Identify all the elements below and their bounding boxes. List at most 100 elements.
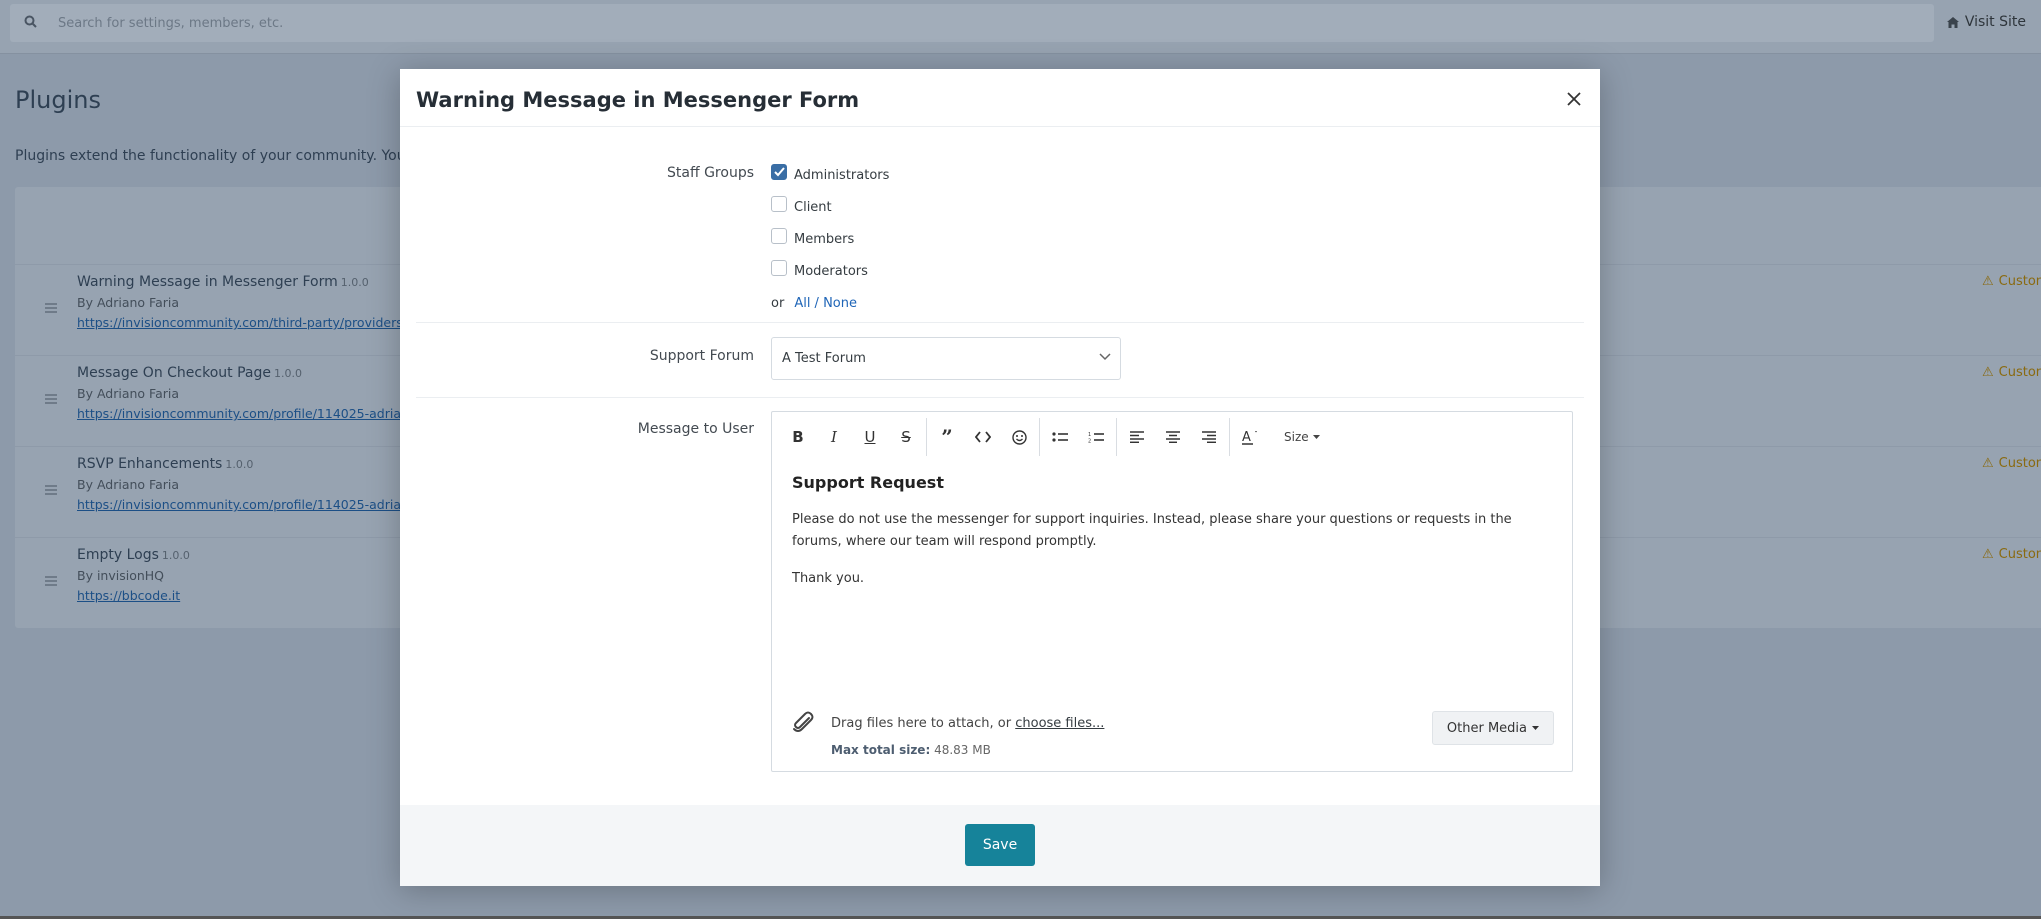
toolbar-divider [926, 418, 927, 456]
rich-text-editor[interactable]: B I U S ” 1 2 A Size Support Request Ple… [771, 411, 1573, 772]
support-forum-label: Support Forum [649, 348, 754, 364]
plugin-status: ⚠ Custon [1982, 274, 2041, 289]
visit-site-label: Visit Site [1964, 14, 2026, 30]
quote-icon[interactable]: ” [929, 419, 965, 455]
other-media-button[interactable]: Other Media [1431, 711, 1554, 745]
plugin-version: 1.0.0 [161, 549, 190, 562]
staff-groups-row: Staff Groups Administrators Client Membe… [416, 159, 1584, 323]
staff-groups-label: Staff Groups [667, 165, 754, 181]
svg-text:A: A [1242, 430, 1251, 445]
plugin-name: Message On Checkout Page [77, 365, 271, 381]
plugin-name: Empty Logs [77, 547, 159, 563]
support-forum-value: A Test Forum [782, 351, 866, 366]
visit-site-link[interactable]: Visit Site [1946, 14, 2026, 30]
warning-icon: ⚠ [1982, 547, 1994, 562]
plugin-name: RSVP Enhancements [77, 456, 223, 472]
svg-text:1: 1 [1088, 432, 1091, 438]
numbered-list-icon[interactable]: 12 [1078, 419, 1114, 455]
underline-button[interactable]: U [852, 419, 888, 455]
page-title: Plugins [15, 86, 101, 114]
plugin-author: By invisionHQ [77, 568, 165, 583]
bold-button[interactable]: B [780, 419, 816, 455]
editor-toolbar: B I U S ” 1 2 A Size [772, 412, 1572, 462]
checkbox-label: Moderators [794, 263, 868, 279]
modal-title: Warning Message in Messenger Form [416, 88, 860, 112]
global-search-box[interactable]: Search for settings, members, etc. [10, 4, 1934, 42]
checkbox-client[interactable]: Client [771, 191, 889, 223]
checkbox-moderators[interactable]: Moderators [771, 255, 889, 287]
modal-footer: Save [400, 805, 1600, 886]
max-size-label: Max total size: [831, 743, 931, 757]
strikethrough-button[interactable]: S [888, 419, 924, 455]
plugin-version: 1.0.0 [274, 367, 302, 380]
plugin-link[interactable]: https://invisioncommunity.com/profile/11… [77, 406, 426, 421]
message-heading: Support Request [792, 473, 944, 492]
checkbox-unchecked-icon[interactable] [771, 260, 787, 276]
align-left-icon[interactable] [1119, 419, 1155, 455]
plugin-settings-modal: Warning Message in Messenger Form Staff … [400, 69, 1600, 886]
or-text: or [771, 295, 785, 311]
italic-button[interactable]: I [816, 419, 852, 455]
page-description: Plugins extend the functionality of your… [15, 148, 456, 164]
plugin-version: 1.0.0 [225, 458, 254, 471]
support-forum-select[interactable]: A Test Forum [771, 337, 1121, 380]
toolbar-divider [1229, 418, 1230, 456]
bulleted-list-icon[interactable] [1042, 419, 1078, 455]
plugin-name: Warning Message in Messenger Form [77, 274, 338, 290]
warning-icon: ⚠ [1982, 456, 1994, 471]
checkbox-label: Members [794, 231, 855, 247]
checkbox-label: Administrators [794, 167, 890, 183]
font-size-label: Size [1284, 430, 1309, 444]
max-size-text: Max total size: 48.83 MB [831, 743, 991, 757]
max-size-value: 48.83 MB [934, 743, 991, 757]
support-forum-row: Support Forum A Test Forum [416, 323, 1584, 398]
chevron-down-icon [1099, 353, 1111, 361]
align-center-icon[interactable] [1155, 419, 1191, 455]
staff-groups-field: Administrators Client Members Moderators… [771, 159, 889, 319]
plugin-version: 1.0.0 [340, 276, 369, 289]
drag-handle-icon[interactable] [45, 394, 57, 404]
drag-handle-icon[interactable] [45, 485, 57, 495]
plugin-author: By Adriano Faria [77, 386, 180, 401]
plugin-link[interactable]: https://invisioncommunity.com/third-part… [77, 315, 419, 330]
drag-handle-icon[interactable] [45, 576, 57, 586]
home-icon [1946, 16, 1959, 28]
plugin-author: By Adriano Faria [77, 477, 180, 492]
svg-text:2: 2 [1088, 439, 1091, 444]
paperclip-icon [793, 711, 814, 732]
top-bar: Search for settings, members, etc. Visit… [0, 0, 2041, 54]
emoji-icon[interactable] [1001, 419, 1037, 455]
text-color-icon[interactable]: A [1232, 419, 1268, 455]
checkbox-checked-icon[interactable] [771, 164, 787, 180]
search-placeholder: Search for settings, members, etc. [58, 16, 284, 31]
message-paragraph: Please do not use the messenger for supp… [792, 512, 1512, 549]
code-icon[interactable] [965, 419, 1001, 455]
close-icon[interactable] [1566, 91, 1582, 107]
checkbox-members[interactable]: Members [771, 223, 889, 255]
attachment-area[interactable]: Drag files here to attach, or choose fil… [772, 697, 1572, 772]
caret-down-icon [1312, 435, 1320, 439]
other-media-label: Other Media [1446, 720, 1527, 736]
checkbox-administrators[interactable]: Administrators [771, 159, 889, 191]
align-right-icon[interactable] [1191, 419, 1227, 455]
drag-handle-icon[interactable] [45, 303, 57, 313]
plugin-link[interactable]: https://bbcode.it [77, 588, 180, 603]
checkbox-unchecked-icon[interactable] [771, 228, 787, 244]
modal-header: Warning Message in Messenger Form [400, 69, 1600, 127]
warning-icon: ⚠ [1982, 365, 1994, 380]
message-closing: Thank you. [792, 571, 865, 586]
editor-content[interactable]: Support Request Please do not use the me… [792, 472, 1552, 605]
checkbox-unchecked-icon[interactable] [771, 196, 787, 212]
message-row: Message to User B I U S ” 1 2 A Size Sup… [416, 399, 1584, 799]
all-none-link[interactable]: All / None [794, 296, 857, 311]
choose-files-link[interactable]: choose files... [1015, 716, 1104, 731]
select-all-none: or All / None [771, 287, 889, 319]
plugin-status: ⚠ Custon [1982, 547, 2041, 562]
plugin-status: ⚠ Custon [1982, 456, 2041, 471]
plugin-link[interactable]: https://invisioncommunity.com/profile/11… [77, 497, 426, 512]
save-button[interactable]: Save [965, 824, 1035, 866]
message-label: Message to User [637, 421, 754, 437]
drag-files-text: Drag files here to attach, or choose fil… [831, 716, 1105, 731]
toolbar-divider [1116, 418, 1117, 456]
font-size-dropdown[interactable]: Size [1284, 430, 1320, 444]
